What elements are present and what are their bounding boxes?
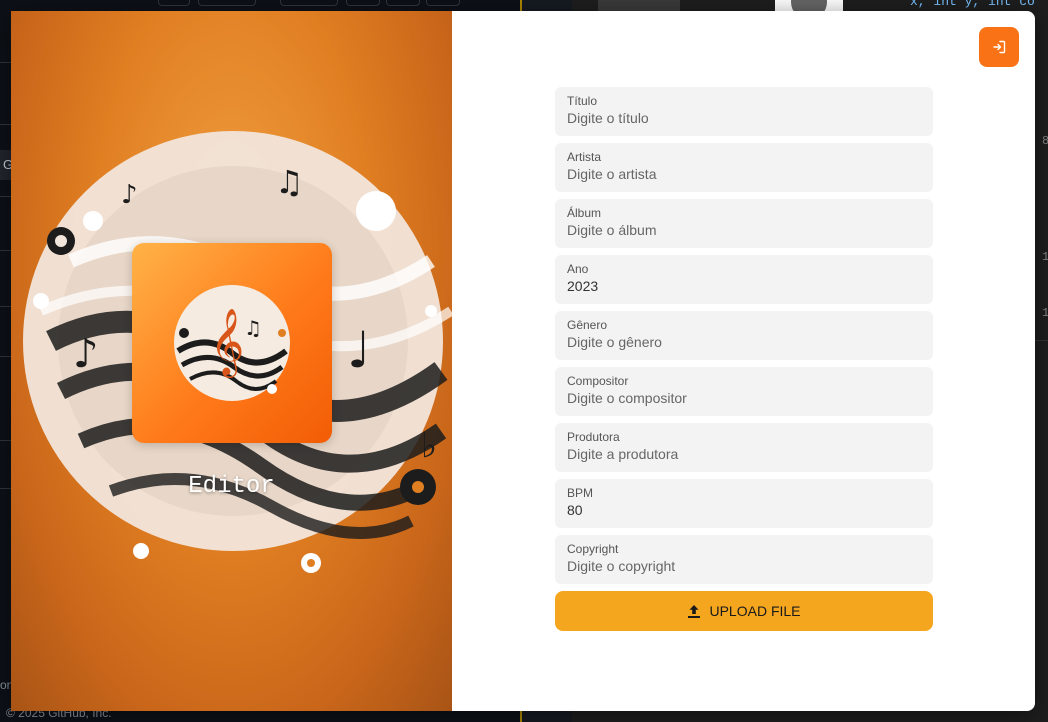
background-button bbox=[426, 0, 460, 6]
svg-text:𝄞: 𝄞 bbox=[210, 307, 244, 378]
background-tab-fragment: G bbox=[0, 150, 13, 180]
background-divider bbox=[0, 488, 11, 489]
svg-text:♫: ♫ bbox=[275, 163, 304, 201]
field-label: Produtora bbox=[567, 430, 620, 444]
field-label: Ano bbox=[567, 262, 589, 276]
svg-text:♫: ♫ bbox=[244, 316, 262, 340]
svg-text:♩: ♩ bbox=[347, 321, 371, 379]
album-cover-art: 𝄞 ♫ bbox=[174, 285, 290, 401]
metadata-editor-modal: ♪ ♩ ♫ ♪ ♭ 𝄞 ♫ Editor Título Digite o tít… bbox=[11, 11, 1035, 711]
field-label: BPM bbox=[567, 486, 594, 500]
background-button bbox=[198, 0, 256, 6]
copyright-input[interactable] bbox=[567, 558, 921, 574]
background-divider bbox=[0, 62, 11, 63]
genero-input[interactable] bbox=[567, 334, 921, 350]
album-cover-image[interactable]: 𝄞 ♫ bbox=[132, 243, 332, 443]
bpm-input[interactable] bbox=[567, 502, 921, 518]
artista-input[interactable] bbox=[567, 166, 921, 182]
background-button bbox=[158, 0, 190, 6]
upload-file-button[interactable]: UPLOAD FILE bbox=[555, 591, 933, 631]
field-produtora[interactable]: Produtora bbox=[555, 423, 933, 472]
field-label: Título bbox=[567, 94, 598, 108]
background-divider bbox=[0, 124, 11, 125]
svg-text:♪: ♪ bbox=[73, 331, 99, 377]
field-genero[interactable]: Gênero bbox=[555, 311, 933, 360]
svg-text:♪: ♪ bbox=[121, 180, 138, 210]
background-divider bbox=[0, 440, 11, 441]
background-divider bbox=[0, 196, 11, 197]
background-button bbox=[386, 0, 420, 6]
field-copyright[interactable]: Copyright bbox=[555, 535, 933, 584]
field-label: Álbum bbox=[567, 206, 602, 220]
background-button bbox=[346, 0, 380, 6]
upload-button-label: UPLOAD FILE bbox=[709, 603, 801, 619]
titulo-input[interactable] bbox=[567, 110, 921, 126]
compositor-input[interactable] bbox=[567, 390, 921, 406]
upload-icon bbox=[688, 604, 701, 618]
metadata-form: Título Artista Álbum Ano Gênero Composit… bbox=[555, 87, 933, 631]
background-line-number: 1 bbox=[1042, 306, 1048, 320]
field-ano[interactable]: Ano bbox=[555, 255, 933, 304]
field-label: Copyright bbox=[567, 542, 619, 556]
background-code-line: x, int y, int co bbox=[910, 0, 1035, 9]
field-label: Compositor bbox=[567, 374, 629, 388]
album-input[interactable] bbox=[567, 222, 921, 238]
field-titulo[interactable]: Título bbox=[555, 87, 933, 136]
art-panel: ♪ ♩ ♫ ♪ ♭ 𝄞 ♫ Editor bbox=[11, 11, 452, 711]
svg-text:♭: ♭ bbox=[421, 426, 437, 466]
background-divider bbox=[0, 250, 11, 251]
background-divider bbox=[0, 306, 11, 307]
background-line-number: 1 bbox=[1042, 250, 1048, 264]
produtora-input[interactable] bbox=[567, 446, 921, 462]
field-compositor[interactable]: Compositor bbox=[555, 367, 933, 416]
field-album[interactable]: Álbum bbox=[555, 199, 933, 248]
field-bpm[interactable]: BPM bbox=[555, 479, 933, 528]
background-button bbox=[280, 0, 338, 6]
field-artista[interactable]: Artista bbox=[555, 143, 933, 192]
field-label: Artista bbox=[567, 150, 602, 164]
background-line-number: 8 bbox=[1042, 134, 1048, 148]
field-label: Gênero bbox=[567, 318, 608, 332]
ano-input[interactable] bbox=[567, 278, 921, 294]
editor-title: Editor bbox=[188, 473, 275, 500]
exit-icon bbox=[993, 40, 1006, 54]
background-divider bbox=[0, 356, 11, 357]
exit-button[interactable] bbox=[979, 27, 1019, 67]
